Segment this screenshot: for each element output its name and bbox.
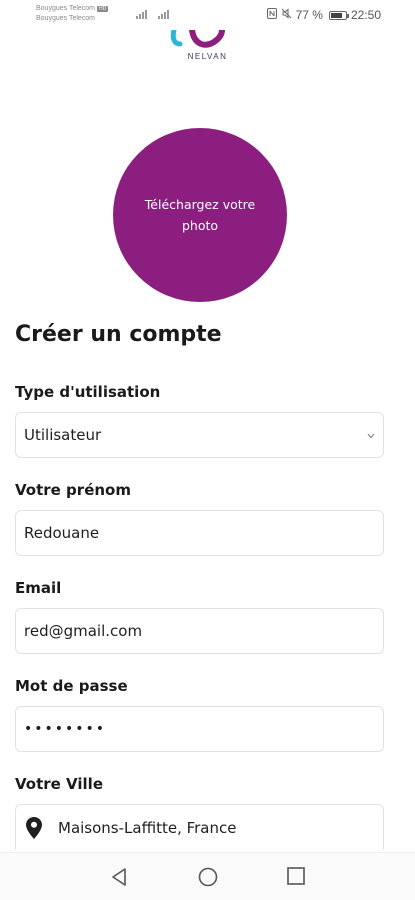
carrier-1: Bouygues Telecom [36, 5, 96, 12]
chevron-down-icon [367, 432, 375, 442]
signal-icon [136, 10, 148, 19]
carrier-2: Bouygues Telecom [36, 15, 96, 22]
first-name-label: Votre prénom [15, 481, 131, 499]
home-icon[interactable] [198, 867, 218, 887]
status-bar: Bouygues Telecom HD Bouygues Telecom 77 … [0, 0, 415, 32]
page-title: Créer un compte [15, 322, 222, 347]
password-value: •••••••• [24, 721, 107, 737]
first-name-field[interactable]: Redouane [15, 510, 384, 556]
brand-name: NELVAN [187, 52, 228, 61]
email-label: Email [15, 579, 62, 597]
usage-type-label: Type d'utilisation [15, 383, 161, 401]
status-right: 77 % 22:50 [266, 8, 381, 22]
carrier-info: Bouygues Telecom HD Bouygues Telecom [36, 4, 109, 24]
usage-type-value: Utilisateur [24, 426, 102, 444]
clock: 22:50 [350, 8, 381, 22]
email-field[interactable]: red@gmail.com [15, 608, 384, 654]
signal-icon [158, 10, 170, 19]
password-label: Mot de passe [15, 677, 128, 695]
system-nav-bar [0, 852, 415, 900]
city-value: Maisons-Laffitte, France [58, 818, 237, 837]
password-field[interactable]: •••••••• [15, 706, 384, 752]
first-name-value: Redouane [24, 524, 100, 542]
email-value: red@gmail.com [24, 622, 143, 640]
location-pin-icon [26, 816, 42, 839]
city-field[interactable]: Maisons-Laffitte, France [15, 804, 384, 850]
city-label: Votre Ville [15, 775, 104, 793]
nfc-icon [266, 8, 277, 22]
upload-photo-label: Téléchargez votre photo [144, 197, 256, 233]
recents-icon[interactable] [287, 867, 305, 885]
signal-icons [136, 10, 170, 19]
usage-type-select[interactable]: Utilisateur [15, 412, 384, 458]
hd-badge: HD [97, 6, 109, 12]
upload-photo-button[interactable]: Téléchargez votre photo [113, 128, 287, 302]
battery-percent: 77 % [295, 8, 323, 22]
battery-icon [328, 10, 349, 20]
back-icon[interactable] [110, 867, 128, 887]
mute-icon [281, 8, 292, 22]
